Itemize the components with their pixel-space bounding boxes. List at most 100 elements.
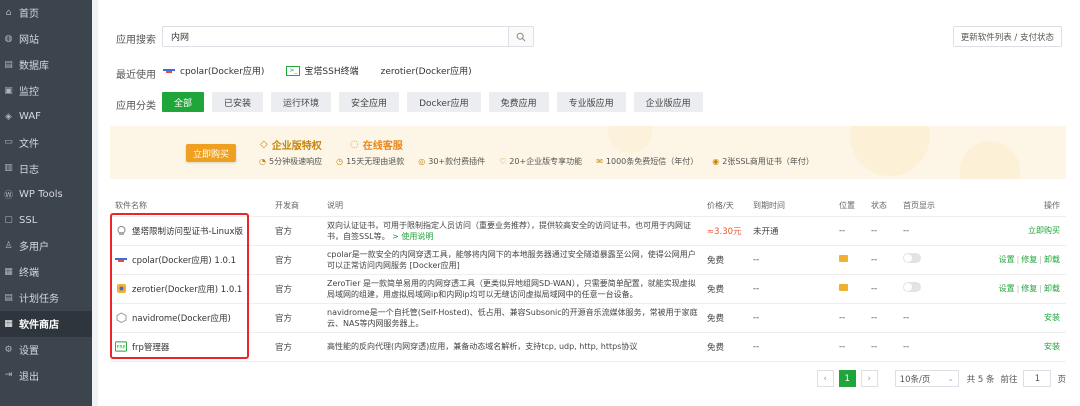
row-price: 免费 [702,274,748,304]
feature-item: ◷ 15天无理由退款 [336,156,404,167]
search-label: 应用搜索 [116,35,156,46]
frp-icon: FRP [115,341,127,353]
row-ops: 安装 [968,332,1066,362]
search-icon[interactable] [508,27,533,46]
wordpress-icon: Ⓦ [3,190,13,201]
row-action-0[interactable]: 安装 [1044,342,1060,351]
row-expire: -- [748,274,834,304]
row-expire: 未开通 [748,216,834,246]
row-action-0[interactable]: 安装 [1044,313,1060,322]
sidebar-item-2[interactable]: ▤ 数据库 [0,52,92,78]
category-tab-1[interactable]: 已安装 [212,92,264,112]
next-page-button[interactable]: › [860,370,878,387]
table-row: navidrome(Docker应用) 官方 navidrome是一个自托管(Sel… [110,303,1066,333]
online-service-link[interactable]: ◌ 在线客服 [350,137,403,152]
usage-guide-link[interactable]: > 使用说明 [392,232,433,241]
row-action-0[interactable]: 设置 [999,255,1015,264]
sidebar-item-5[interactable]: ▭ 文件 [0,129,92,155]
recent-item-label: 宝塔SSH终端 [304,67,359,77]
buy-now-button[interactable]: 立即购买 [186,144,236,162]
row-name-cell[interactable]: zerotier(Docker应用) 1.0.1 [110,274,270,304]
update-list-button[interactable]: 更新软件列表 / 支付状态 [952,26,1062,47]
row-name-cell[interactable]: navidrome(Docker应用) [110,303,270,333]
ssh-terminal-icon: >_ [286,65,301,76]
recent-item-ssh[interactable]: >_ 宝塔SSH终端 [286,64,359,77]
row-status: -- [866,332,898,362]
category-tab-2[interactable]: 运行环境 [271,92,332,112]
shield-icon: ◈ [5,111,12,122]
row-desc-text: cpolar是一款安全的内网穿透工具，能够将内网下的本地服务器通过安全隧道暴露至… [327,249,696,270]
col-name: 软件名称 [110,196,270,217]
category-tab-7[interactable]: 企业版应用 [633,92,703,112]
row-action-2[interactable]: 卸载 [1044,255,1060,264]
category-tab-5[interactable]: 免费应用 [488,92,549,112]
recent-item-zerotier[interactable]: zerotier(Docker应用) [381,64,472,77]
database-icon: ▤ [4,59,13,70]
chevron-down-icon: ⌄ [947,374,954,383]
category-tab-4[interactable]: Docker应用 [407,92,481,112]
sidebar-item-10[interactable]: ▦ 终端 [0,259,92,285]
feature-icon: ◎ [418,157,426,166]
feature-icon: ◷ [336,157,344,166]
category-tab-6[interactable]: 专业版应用 [556,92,626,112]
row-ops: 设置 | 修复 | 卸载 [968,245,1066,275]
row-name-cell[interactable]: FRP frp管理器 [110,332,270,362]
sidebar-item-11[interactable]: ▤ 计划任务 [0,285,92,311]
sidebar-item-1[interactable]: ◍ 网站 [0,26,92,52]
page-size-select[interactable]: 10条/页 ⌄ [894,370,959,387]
prev-page-button[interactable]: ‹ [816,370,834,387]
row-expire: -- [748,332,834,362]
row-location [834,245,866,275]
feature-item: ✉ 1000条免费短信（年付） [596,156,698,167]
diamond-icon: ◇ [260,139,268,150]
table-row: cpolar(Docker应用) 1.0.1 官方 cpolar是一款安全的内网穿透… [110,245,1066,275]
page-1-button[interactable]: 1 [838,370,856,387]
chat-icon: ◌ [350,139,359,150]
sidebar-item-8[interactable]: ▢ SSL [0,207,92,233]
row-action-0[interactable]: 设置 [999,284,1015,293]
op-separator: | [1016,284,1020,293]
sidebar-item-6[interactable]: ▥ 日志 [0,155,92,181]
cron-icon: ▤ [4,292,13,303]
goto-page-input[interactable]: 1 [1023,370,1052,387]
location-value: -- [839,341,846,352]
row-homepage [898,245,968,275]
col-status: 状态 [866,196,898,217]
location-value: -- [839,312,846,323]
sidebar-item-label: 计划任务 [19,294,59,306]
row-action-2[interactable]: 卸载 [1044,284,1060,293]
banner-bg [608,126,1020,179]
sidebar-item-7[interactable]: Ⓦ WP Tools [0,181,92,207]
search-input[interactable]: 内网 [162,26,534,47]
row-name-cell[interactable]: 堡塔限制访问型证书-Linux版 [110,216,270,246]
homepage-toggle[interactable] [903,253,921,263]
sidebar-item-label: WAF [19,111,41,122]
sidebar-item-3[interactable]: ▣ 监控 [0,78,92,104]
feature-text: 30+款付费插件 [428,157,486,166]
sidebar-item-12[interactable]: ▦ 软件商店 [0,310,92,337]
sidebar-item-label: 设置 [19,346,39,358]
category-tab-0[interactable]: 全部 [162,92,205,112]
sidebar-item-9[interactable]: ♙ 多用户 [0,233,92,259]
row-status: -- [866,216,898,246]
search-value[interactable]: 内网 [163,30,508,43]
feature-icon: ♡ [499,157,507,166]
sidebar-item-13[interactable]: ⚙ 设置 [0,337,92,363]
row-name-cell[interactable]: cpolar(Docker应用) 1.0.1 [110,245,270,275]
homepage-toggle[interactable] [903,282,921,292]
row-action-1[interactable]: 修复 [1021,255,1037,264]
sidebar-item-0[interactable]: ⌂ 首页 [0,0,92,26]
goto-label: 前往 [1000,374,1018,385]
folder-icon[interactable] [839,254,848,262]
recent-item-cpolar[interactable]: cpolar(Docker应用) [162,64,264,77]
sidebar-item-4[interactable]: ◈ WAF [0,104,92,130]
folder-icon[interactable] [839,283,848,291]
row-action-1[interactable]: 修复 [1021,284,1037,293]
feature-text: 20+企业版专享功能 [509,157,583,166]
row-price: 免费 [702,245,748,275]
category-tab-3[interactable]: 安全应用 [339,92,400,112]
sidebar-item-14[interactable]: ⇥ 退出 [0,362,92,388]
row-desc-text: navidrome是一个自托管(Self-Hosted)、低占用、兼容Subso… [327,307,698,328]
col-desc: 说明 [322,196,702,217]
row-action-0[interactable]: 立即购买 [1028,226,1060,235]
